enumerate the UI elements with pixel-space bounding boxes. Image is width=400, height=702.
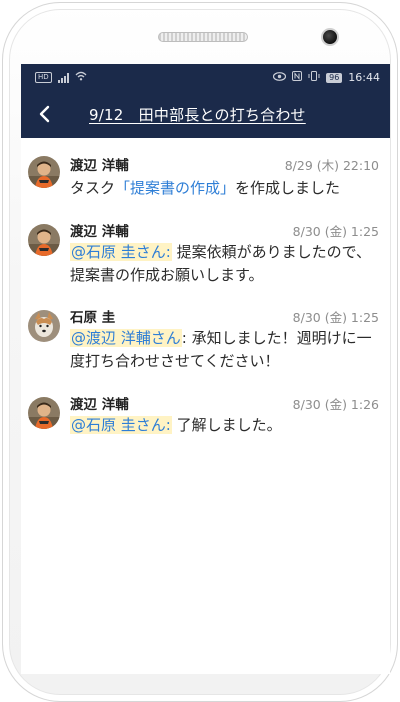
- signal-icon: [57, 72, 69, 83]
- hd-icon: HD: [35, 72, 52, 83]
- vibrate-icon: [308, 71, 320, 84]
- mention-chip[interactable]: @石原 圭さん:: [70, 243, 172, 261]
- message-item: 渡辺 洋輔 8/30 (金) 1:26 @石原 圭さん: 了解しました。: [21, 393, 390, 453]
- avatar: [28, 310, 60, 342]
- mention-chip[interactable]: @渡辺 洋輔さん: [70, 329, 182, 347]
- avatar: [28, 397, 60, 429]
- message-item: 石原 圭 8/30 (金) 1:25 @渡辺 洋輔さん: 承知しました！週明けに…: [21, 306, 390, 386]
- phone-frame: HD 96 16:44 9/12 田中部長との打ち合わせ 渡辺 洋輔 8/29 …: [2, 2, 398, 702]
- sender-name: 石原 圭: [70, 310, 116, 326]
- message-body: @石原 圭さん: 了解しました。: [70, 414, 380, 437]
- message-text: 了解しました。: [171, 416, 282, 434]
- nfc-icon: [292, 71, 303, 84]
- message-item: 渡辺 洋輔 8/29 (木) 22:10 タスク「提案書の作成」を作成しました: [21, 148, 390, 206]
- avatar: [28, 156, 60, 188]
- avatar: [28, 224, 60, 256]
- eye-icon: [273, 71, 287, 84]
- timestamp: 8/30 (金) 1:25: [292, 224, 379, 239]
- back-icon[interactable]: [33, 102, 57, 126]
- message-item: 渡辺 洋輔 8/30 (金) 1:25 @石原 圭さん: 提案依頼がありましたの…: [21, 220, 390, 300]
- battery-icon: 96: [326, 72, 343, 83]
- status-right: 96 16:44: [273, 71, 380, 84]
- mention-chip[interactable]: @石原 圭さん:: [70, 416, 172, 434]
- sender-name: 渡辺 洋輔: [70, 397, 129, 413]
- timestamp: 8/30 (金) 1:25: [292, 310, 379, 325]
- app-header: 9/12 田中部長との打ち合わせ: [21, 91, 390, 138]
- front-camera: [321, 28, 339, 46]
- sender-name: 渡辺 洋輔: [70, 158, 129, 174]
- sender-name: 渡辺 洋輔: [70, 224, 129, 240]
- timestamp: 8/30 (金) 1:26: [292, 397, 379, 412]
- earpiece-speaker: [158, 32, 248, 42]
- task-link[interactable]: 「提案書の作成」: [115, 179, 235, 197]
- wifi-icon: [75, 71, 87, 84]
- status-bar: HD 96 16:44: [21, 64, 390, 91]
- message-body: タスク「提案書の作成」を作成しました: [70, 177, 380, 200]
- message-body: @石原 圭さん: 提案依頼がありましたので、提案書の作成お願いします。: [70, 241, 380, 287]
- status-clock: 16:44: [348, 71, 380, 84]
- status-left: HD: [35, 71, 87, 84]
- room-title[interactable]: 9/12 田中部長との打ち合わせ: [89, 104, 306, 125]
- timestamp: 8/29 (木) 22:10: [284, 158, 379, 173]
- message-text: を作成しました: [235, 179, 341, 197]
- message-text: タスク: [70, 179, 116, 197]
- screen: HD 96 16:44 9/12 田中部長との打ち合わせ 渡辺 洋輔 8/29 …: [21, 64, 390, 674]
- message-body: @渡辺 洋輔さん: 承知しました！週明けに一度打ち合わせさせてください！: [70, 327, 380, 373]
